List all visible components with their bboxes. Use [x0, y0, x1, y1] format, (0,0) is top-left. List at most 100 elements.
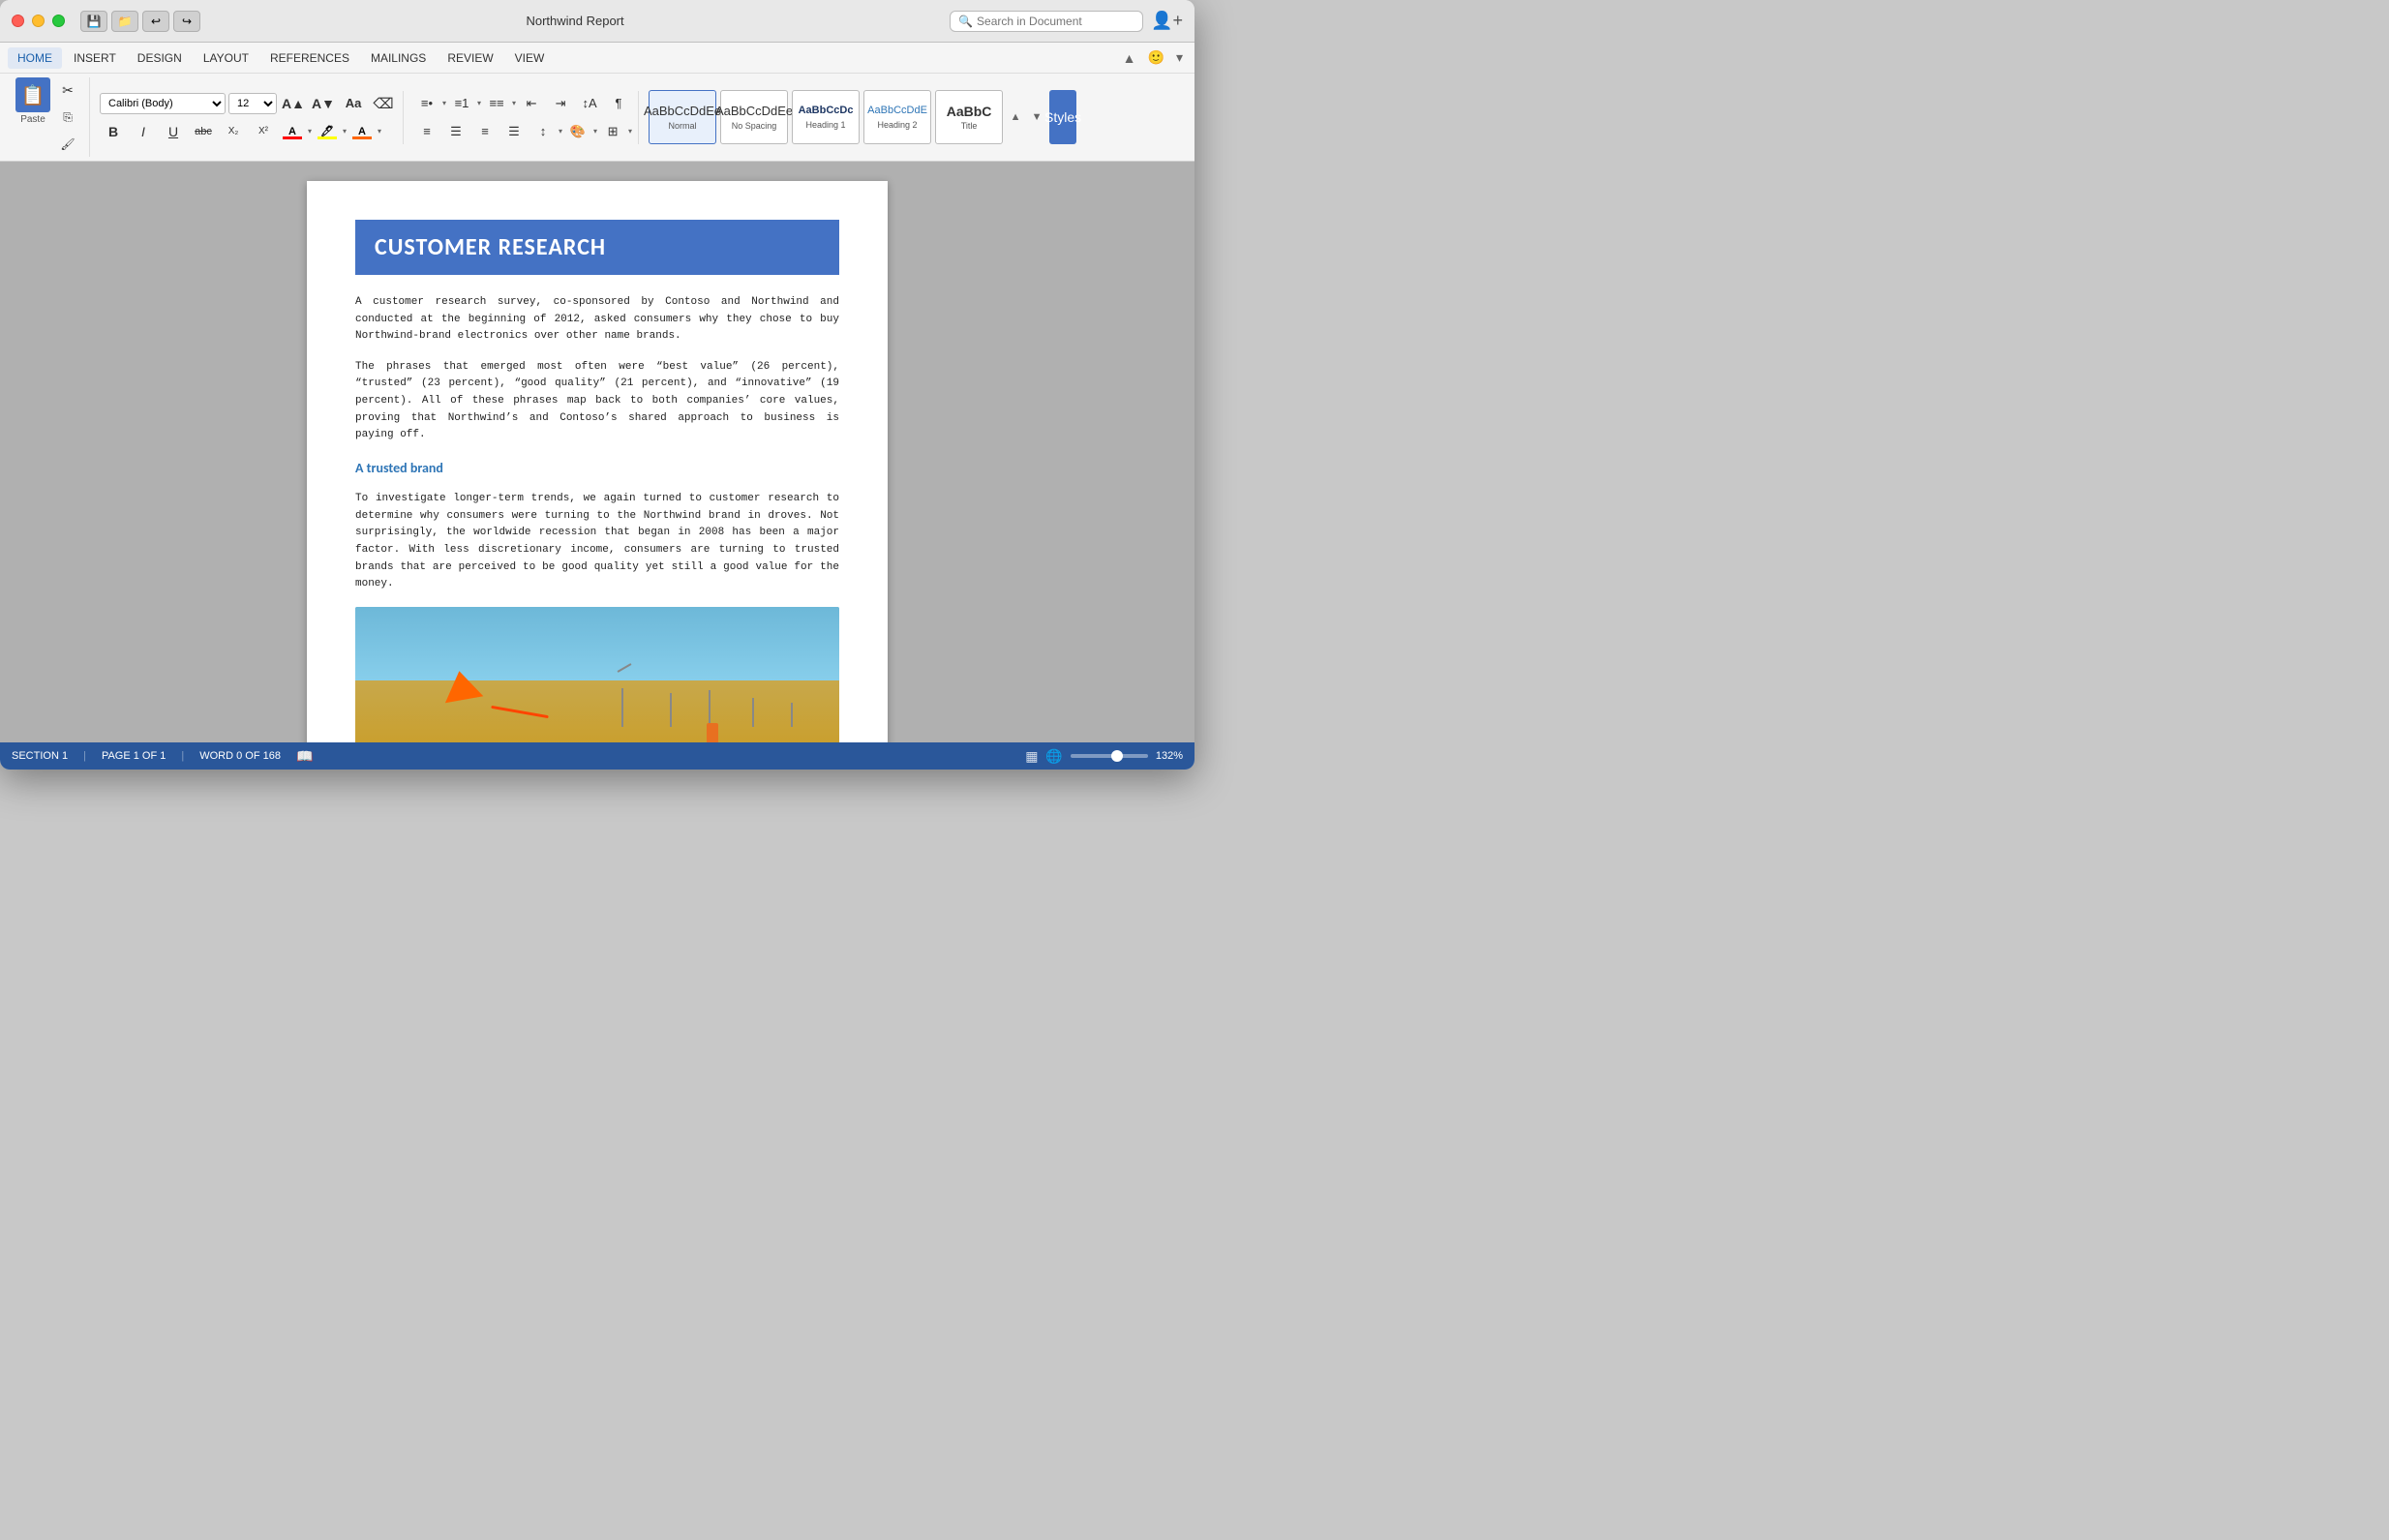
zoom-thumb: [1111, 750, 1123, 762]
style-heading-2[interactable]: AaBbCcDdE Heading 2: [863, 90, 931, 144]
format-painter-button[interactable]: 🖌: [54, 132, 81, 157]
text-color-dropdown[interactable]: ▾: [378, 127, 381, 136]
paste-label: Paste: [20, 114, 45, 125]
menu-bar: HOME INSERT DESIGN LAYOUT REFERENCES MAI…: [0, 43, 1194, 74]
style-heading1-label: Heading 1: [806, 120, 846, 130]
web-layout-button[interactable]: 🌐: [1045, 748, 1062, 765]
align-right-button[interactable]: ≡: [471, 119, 499, 144]
paragraph-row-2: ≡ ☰ ≡ ☰ ↕ ▾ 🎨 ▾ ⊞ ▾: [413, 119, 632, 144]
search-input[interactable]: [977, 15, 1132, 28]
menu-layout[interactable]: LAYOUT: [194, 47, 258, 69]
document-area[interactable]: CUSTOMER RESEARCH A customer research su…: [0, 162, 1194, 742]
document-page[interactable]: CUSTOMER RESEARCH A customer research su…: [307, 181, 888, 742]
windmill-5: [791, 703, 793, 727]
menu-design[interactable]: DESIGN: [128, 47, 192, 69]
collapse-ribbon-button[interactable]: ▲: [1119, 48, 1140, 68]
document-image-kite: [355, 607, 839, 742]
style-no-spacing-preview: AaBbCcDdEe: [715, 104, 793, 119]
clear-formatting-button[interactable]: ⌫: [370, 91, 397, 116]
titlebar-controls: 💾 📁 ↩ ↪: [80, 11, 200, 32]
emoji-button[interactable]: 🙂: [1144, 47, 1168, 68]
style-normal[interactable]: AaBbCcDdEe Normal: [649, 90, 716, 144]
section-heading-trusted-brand: A trusted brand: [355, 458, 839, 479]
redo-button[interactable]: ↪: [173, 11, 200, 32]
search-box[interactable]: 🔍: [950, 11, 1143, 32]
italic-button[interactable]: I: [130, 119, 157, 144]
styles-scroll-down-button[interactable]: ▼: [1028, 90, 1045, 144]
text-highlight-button[interactable]: A: [349, 121, 375, 142]
windmill-4: [752, 698, 754, 727]
menu-view[interactable]: VIEW: [505, 47, 555, 69]
paragraph-3: To investigate longer-term trends, we ag…: [355, 491, 839, 593]
highlight-dropdown[interactable]: ▾: [343, 127, 347, 136]
paragraph-row-1: ≡• ▾ ≡1 ▾ ≡≡ ▾ ⇤ ⇥ ↕A ¶: [413, 91, 632, 116]
align-left-button[interactable]: ≡: [413, 119, 440, 144]
borders-dropdown[interactable]: ▾: [628, 127, 632, 136]
status-right-controls: ▦ 🌐 132%: [1025, 748, 1183, 765]
bullets-dropdown[interactable]: ▾: [442, 99, 446, 107]
multilevel-list-button[interactable]: ≡≡: [483, 91, 510, 116]
justify-button[interactable]: ☰: [500, 119, 528, 144]
zoom-slider[interactable]: [1071, 754, 1148, 758]
toolbar: 📋 Paste ✂ ⎘ 🖌 Calibri (Body): [0, 74, 1194, 161]
numbering-button[interactable]: ≡1: [448, 91, 475, 116]
open-button[interactable]: 📁: [111, 11, 138, 32]
sort-button[interactable]: ↕A: [576, 91, 603, 116]
shading-dropdown[interactable]: ▾: [593, 127, 597, 136]
copy-button[interactable]: ⎘: [54, 105, 81, 130]
style-title[interactable]: AaBbC Title: [935, 90, 1003, 144]
search-icon: 🔍: [958, 15, 973, 28]
titlebar: 💾 📁 ↩ ↪ Northwind Report 🔍 👤+: [0, 0, 1194, 43]
font-size-select[interactable]: 12: [228, 93, 277, 114]
align-center-button[interactable]: ☰: [442, 119, 469, 144]
user-account-icon[interactable]: 👤+: [1151, 11, 1183, 31]
font-family-select[interactable]: Calibri (Body): [100, 93, 226, 114]
status-section: SECTION 1: [12, 750, 68, 762]
subscript-button[interactable]: X₂: [220, 119, 247, 144]
borders-button[interactable]: ⊞: [599, 119, 626, 144]
bullets-button[interactable]: ≡•: [413, 91, 440, 116]
highlight-color-button[interactable]: 🖊: [315, 121, 340, 142]
traffic-lights: [12, 15, 65, 27]
menu-mailings[interactable]: MAILINGS: [361, 47, 436, 69]
superscript-button[interactable]: X²: [250, 119, 277, 144]
style-heading-1[interactable]: AaBbCcDc Heading 1: [792, 90, 860, 144]
numbering-dropdown[interactable]: ▾: [477, 99, 481, 107]
undo-button[interactable]: ↩: [142, 11, 169, 32]
increase-indent-button[interactable]: ⇥: [547, 91, 574, 116]
font-color-dropdown[interactable]: ▾: [308, 127, 312, 136]
styles-scroll-up-button[interactable]: ▲: [1007, 90, 1024, 144]
strikethrough-button[interactable]: abc: [190, 119, 217, 144]
status-sep-2: |: [181, 750, 184, 762]
dropdown-arrow[interactable]: ▾: [1172, 47, 1187, 68]
style-no-spacing[interactable]: AaBbCcDdEe No Spacing: [720, 90, 788, 144]
decrease-font-button[interactable]: A▼: [310, 91, 337, 116]
menu-references[interactable]: REFERENCES: [260, 47, 359, 69]
show-formatting-button[interactable]: ¶: [605, 91, 632, 116]
change-case-button[interactable]: Aa: [340, 91, 367, 116]
close-button[interactable]: [12, 15, 24, 27]
minimize-button[interactable]: [32, 15, 45, 27]
line-spacing-button[interactable]: ↕: [529, 119, 557, 144]
print-layout-button[interactable]: ▦: [1025, 748, 1038, 765]
increase-font-button[interactable]: A▲: [280, 91, 307, 116]
decrease-indent-button[interactable]: ⇤: [518, 91, 545, 116]
save-button[interactable]: 💾: [80, 11, 107, 32]
bold-button[interactable]: B: [100, 119, 127, 144]
document-body[interactable]: A customer research survey, co-sponsored…: [355, 294, 839, 742]
menu-home[interactable]: HOME: [8, 47, 62, 69]
line-spacing-dropdown[interactable]: ▾: [559, 127, 562, 136]
styles-expand-button[interactable]: Styles: [1049, 90, 1076, 144]
font-color-button[interactable]: A: [280, 121, 305, 142]
paragraph-1: A customer research survey, co-sponsored…: [355, 294, 839, 346]
multilevel-dropdown[interactable]: ▾: [512, 99, 516, 107]
menu-insert[interactable]: INSERT: [64, 47, 126, 69]
maximize-button[interactable]: [52, 15, 65, 27]
underline-button[interactable]: U: [160, 119, 187, 144]
font-row-2: B I U abc X₂ X² A ▾ 🖊 ▾: [100, 119, 397, 144]
style-title-label: Title: [961, 121, 978, 131]
paste-button[interactable]: 📋: [15, 77, 50, 112]
shading-button[interactable]: 🎨: [564, 119, 591, 144]
menu-review[interactable]: REVIEW: [438, 47, 502, 69]
cut-button[interactable]: ✂: [54, 77, 81, 103]
